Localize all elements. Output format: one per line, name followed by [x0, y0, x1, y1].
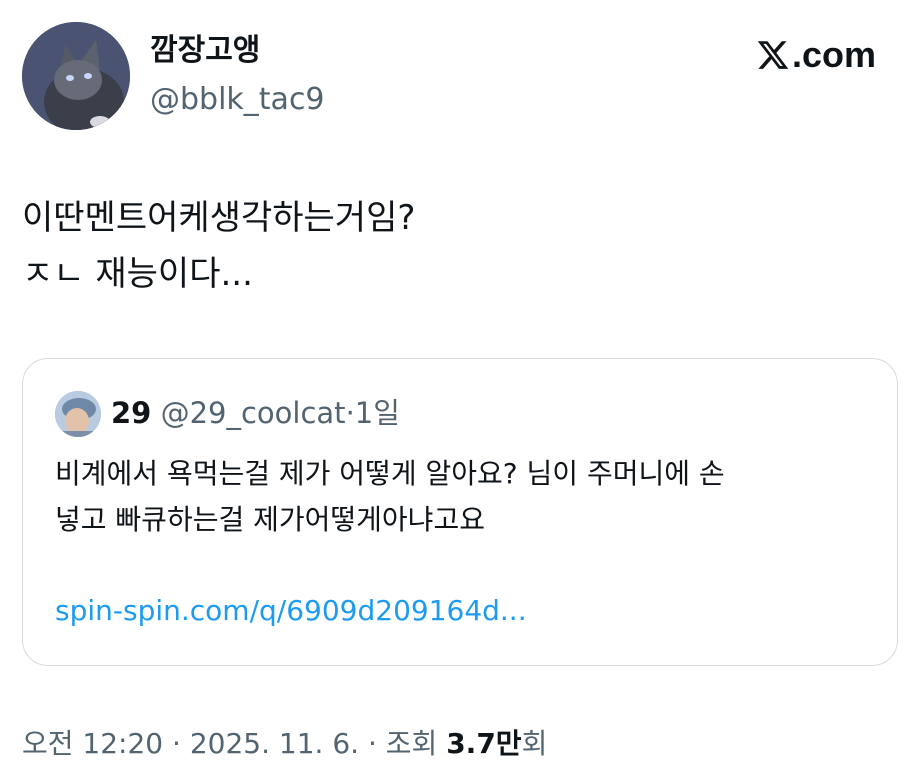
tweet-line: 이딴멘트어케생각하는거임?	[22, 198, 416, 238]
x-brand: .com	[756, 34, 876, 76]
author-handle[interactable]: @bblk_tac9	[150, 82, 325, 118]
tweet-time[interactable]: 오전 12:20	[22, 727, 163, 760]
meta-separator: ·	[172, 727, 181, 760]
cat-avatar-icon	[22, 22, 130, 130]
quote-header: 29 @29_coolcat·1일	[111, 395, 400, 431]
quote-author-handle[interactable]: @29_coolcat	[161, 396, 346, 430]
views-suffix: 회	[521, 727, 548, 760]
quote-author-avatar[interactable]	[55, 391, 101, 437]
tweet-meta: 오전 12:20 · 2025. 11. 6. · 조회 3.7만회	[22, 724, 547, 764]
quote-separator: ·	[345, 396, 355, 430]
quote-text: 비계에서 욕먹는걸 제가 어떻게 알아요? 님이 주머니에 손 넣고 빠큐하는걸…	[55, 451, 875, 543]
author-display-name[interactable]: 깜장고앵	[150, 33, 260, 69]
views-label: 조회	[385, 727, 438, 760]
views-count: 3.7만	[446, 727, 522, 760]
tweet-card: 깜장고앵 @bblk_tac9 .com 이딴멘트어케생각하는거임? ㅈㄴ 재능…	[0, 0, 920, 780]
brand-text: .com	[791, 34, 876, 75]
meta-separator: ·	[367, 727, 377, 760]
author-avatar[interactable]	[22, 22, 130, 130]
tweet-line: ㅈㄴ 재능이다...	[22, 254, 253, 294]
tweet-text: 이딴멘트어케생각하는거임? ㅈㄴ 재능이다...	[22, 190, 882, 302]
person-avatar-icon	[55, 391, 101, 437]
quoted-tweet[interactable]: 29 @29_coolcat·1일 비계에서 욕먹는걸 제가 어떻게 알아요? …	[22, 358, 898, 666]
quote-line: 넣고 빠큐하는걸 제가어떻게아냐고요	[55, 503, 485, 536]
quote-timestamp[interactable]: 1일	[355, 396, 400, 430]
tweet-date[interactable]: 2025. 11. 6.	[190, 727, 359, 760]
quote-author-name[interactable]: 29	[111, 396, 151, 430]
quote-link[interactable]: spin-spin.com/q/6909d209164d...	[55, 591, 527, 631]
x-logo-icon	[757, 41, 789, 69]
quote-line: 비계에서 욕먹는걸 제가 어떻게 알아요? 님이 주머니에 손	[55, 457, 725, 490]
